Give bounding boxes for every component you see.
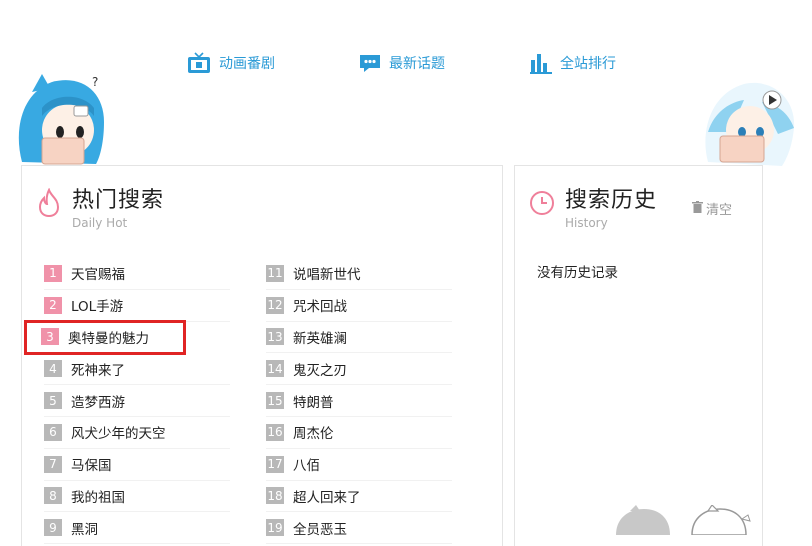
- hot-search-panel: 热门搜索 Daily Hot 1 天官赐福 2 LOL手游 3 奥特曼的魅力 4…: [21, 165, 503, 546]
- rank-badge: 15: [266, 392, 284, 410]
- hot-keyword: LOL手游: [71, 299, 124, 316]
- history-title: 搜索历史: [565, 188, 658, 213]
- rank-badge: 18: [266, 487, 284, 505]
- history-header: 搜索历史 History: [529, 188, 657, 230]
- rank-badge: 5: [44, 392, 62, 410]
- history-empty-message: 没有历史记录: [537, 265, 618, 281]
- nav-topics[interactable]: 最新话题: [359, 52, 445, 74]
- hot-keyword: 咒术回战: [293, 299, 347, 316]
- hot-item[interactable]: 2 LOL手游: [44, 290, 230, 322]
- hot-item[interactable]: 6 风犬少年的天空: [44, 417, 230, 449]
- nav-anime-label: 动画番剧: [219, 56, 275, 72]
- hot-keyword: 奥特曼的魅力: [68, 330, 149, 347]
- hot-item[interactable]: 15 特朗普: [266, 385, 452, 417]
- rank-badge: 1: [44, 264, 62, 282]
- hot-keyword: 超人回来了: [293, 489, 361, 506]
- rank-badge: 9: [44, 519, 62, 537]
- mascot-left-illustration: ?: [12, 72, 112, 172]
- hot-item[interactable]: 17 八佰: [266, 449, 452, 481]
- rank-badge: 13: [266, 328, 284, 346]
- svg-text:?: ?: [92, 75, 98, 89]
- tv-icon: [187, 52, 211, 74]
- nav-ranking-label: 全站排行: [560, 56, 616, 72]
- rank-badge: 4: [44, 360, 62, 378]
- hot-item[interactable]: 5 造梦西游: [44, 385, 230, 417]
- hot-item[interactable]: 4 死神来了: [44, 353, 230, 386]
- rank-badge: 2: [44, 296, 62, 314]
- rank-badge: 3: [41, 328, 59, 346]
- hot-item[interactable]: 8 我的祖国: [44, 481, 230, 513]
- hot-keyword: 死神来了: [71, 362, 125, 379]
- rank-badge: 11: [266, 264, 284, 282]
- hot-keyword: 马保国: [71, 458, 112, 475]
- hot-item[interactable]: 14 鬼灭之刃: [266, 353, 452, 386]
- chat-bubble-icon: [359, 52, 381, 74]
- hot-keyword: 周杰伦: [293, 426, 334, 443]
- hot-keyword: 天官赐福: [71, 267, 125, 284]
- hot-item[interactable]: 19 全员恶玉: [266, 512, 452, 545]
- hot-item[interactable]: 7 马保国: [44, 449, 230, 481]
- mascot-right-illustration: [700, 72, 800, 172]
- rank-badge: 19: [266, 519, 284, 537]
- rank-badge: 17: [266, 455, 284, 473]
- rank-badge: 6: [44, 423, 62, 441]
- hot-keyword: 说唱新世代: [293, 267, 361, 284]
- search-history-panel: 搜索历史 History 清空 没有历史记录: [514, 165, 763, 546]
- nav-topics-label: 最新话题: [389, 56, 445, 72]
- hot-search-title: 热门搜索: [72, 188, 165, 213]
- fire-icon: [36, 187, 62, 222]
- hot-item[interactable]: 13 新英雄澜: [266, 322, 452, 354]
- bar-chart-icon: [530, 52, 552, 74]
- hot-item[interactable]: 18 超人回来了: [266, 481, 452, 513]
- bottom-mascots-illustration: [612, 504, 762, 539]
- hot-item[interactable]: 9 黑洞: [44, 512, 230, 545]
- hot-item-selected[interactable]: 3 奥特曼的魅力: [24, 319, 186, 356]
- rank-badge: 7: [44, 455, 62, 473]
- clear-history-label: 清空: [705, 203, 732, 218]
- hot-item[interactable]: 16 周杰伦: [266, 417, 452, 449]
- hot-item[interactable]: 1 天官赐福: [44, 258, 230, 290]
- nav-anime[interactable]: 动画番剧: [187, 52, 275, 74]
- hot-keyword: 八佰: [293, 458, 320, 475]
- trash-icon: [691, 200, 703, 217]
- hot-item[interactable]: 12 咒术回战: [266, 290, 452, 322]
- hot-keyword: 特朗普: [293, 394, 334, 411]
- clear-history-button[interactable]: 清空: [691, 199, 732, 218]
- hot-keyword: 新英雄澜: [293, 330, 347, 347]
- hot-keyword: 风犬少年的天空: [71, 426, 166, 443]
- rank-badge: 14: [266, 360, 284, 378]
- rank-badge: 8: [44, 487, 62, 505]
- hot-item[interactable]: 11 说唱新世代: [266, 258, 452, 290]
- top-nav: 动画番剧 最新话题 全站排行: [0, 52, 812, 78]
- hot-search-subtitle: Daily Hot: [72, 216, 128, 230]
- clock-icon: [529, 188, 555, 220]
- rank-badge: 16: [266, 423, 284, 441]
- hot-keyword: 造梦西游: [71, 394, 125, 411]
- history-subtitle: History: [565, 216, 608, 230]
- hot-list-right: 11 说唱新世代 12 咒术回战 13 新英雄澜 14 鬼灭之刃 15 特朗普 …: [266, 258, 452, 545]
- rank-badge: 12: [266, 296, 284, 314]
- hot-list-left: 1 天官赐福 2 LOL手游 3 奥特曼的魅力 4 死神来了 5 造梦西游 6 …: [24, 258, 230, 545]
- hot-search-header: 热门搜索 Daily Hot: [36, 187, 165, 230]
- nav-ranking[interactable]: 全站排行: [530, 52, 616, 74]
- hot-keyword: 鬼灭之刃: [293, 362, 347, 379]
- hot-keyword: 我的祖国: [71, 489, 125, 506]
